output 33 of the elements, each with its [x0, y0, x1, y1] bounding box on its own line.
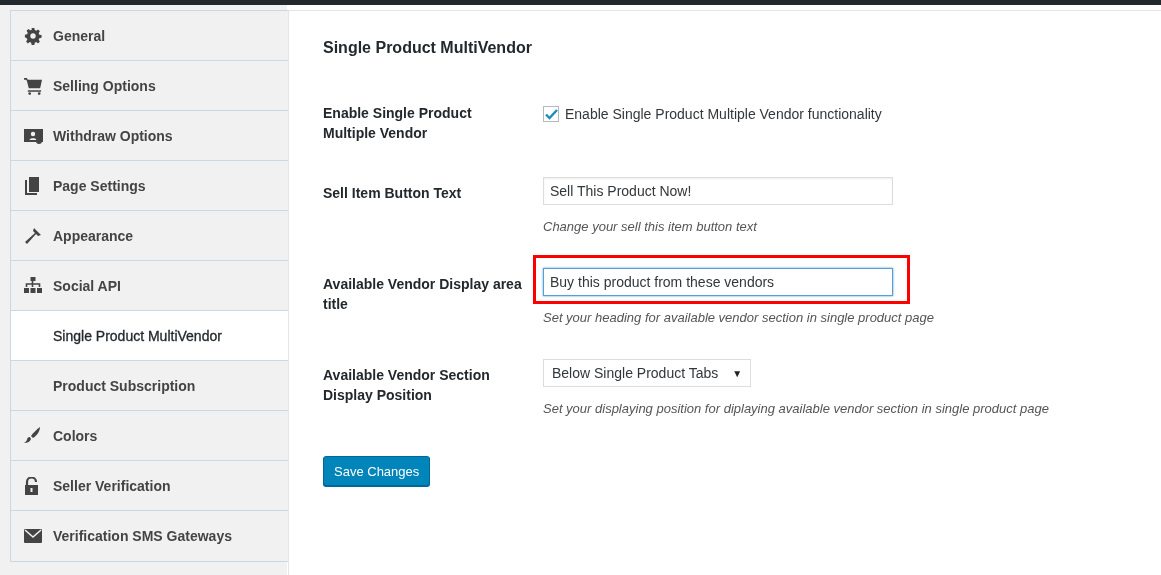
- sidebar-item[interactable]: Colors: [11, 411, 288, 461]
- sidebar-item[interactable]: Seller Verification: [11, 461, 288, 511]
- section-title: Single Product MultiVendor: [323, 39, 533, 57]
- pages-icon: [24, 176, 40, 195]
- user-card-icon: [24, 127, 44, 144]
- sidebar-item[interactable]: Social API: [11, 261, 288, 311]
- save-button[interactable]: Save Changes: [323, 456, 431, 486]
- sidebar-item[interactable]: General: [11, 11, 288, 61]
- hammer-icon: [24, 226, 42, 245]
- select-dropdown[interactable]: Below Single Product Tabs ▼: [543, 359, 752, 387]
- field-label: Available Vendor Section Display Position: [323, 366, 491, 405]
- field-label: Enable Single Product Multiple Vendor: [323, 104, 473, 143]
- sitemap-icon: [24, 277, 42, 294]
- field-description: Set your displaying position for diplaying available vendor section in single product page: [543, 401, 1049, 416]
- sidebar-item[interactable]: Page Settings: [11, 161, 288, 211]
- brush-icon: [24, 427, 41, 444]
- cart-icon: [24, 76, 43, 95]
- sidebar-item[interactable]: Single Product MultiVendor: [11, 311, 288, 361]
- text-field[interactable]: Sell This Product Now!: [543, 177, 893, 205]
- padlock-icon: [24, 476, 39, 495]
- field-description: Set your heading for available vendor section in single product page: [543, 310, 934, 325]
- field-label: Available Vendor Display area title: [323, 275, 523, 314]
- text-field[interactable]: Buy this product from these vendors: [543, 268, 893, 296]
- field-label: Sell Item Button Text: [323, 184, 463, 203]
- sidebar-item[interactable]: Selling Options: [11, 61, 288, 111]
- sidebar-item[interactable]: Product Subscription: [11, 361, 288, 411]
- sidebar-item[interactable]: Withdraw Options: [11, 111, 288, 161]
- checkbox-label[interactable]: Enable Single Product Multiple Vendor functionality: [565, 106, 882, 122]
- envelope-icon: [24, 529, 42, 543]
- field-description: Change your sell this item button text: [543, 219, 757, 234]
- gear-icon: [24, 26, 42, 45]
- sidebar-item[interactable]: Appearance: [11, 211, 288, 261]
- checkbox[interactable]: [543, 106, 559, 122]
